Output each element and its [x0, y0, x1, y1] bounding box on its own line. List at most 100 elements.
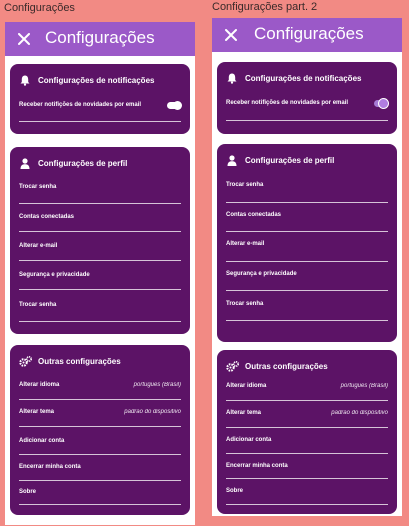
- divider: [226, 290, 388, 291]
- other-settings-card-title: Outras configurações: [245, 361, 328, 371]
- other-settings-item-label: Alterar idioma: [19, 382, 60, 388]
- other-settings-item-label: Adicionar conta: [19, 438, 65, 444]
- other-settings-item[interactable]: Adicionar conta: [226, 432, 388, 448]
- close-icon[interactable]: [15, 30, 33, 48]
- other-settings-item[interactable]: Sobre: [19, 484, 181, 500]
- profile-item-label: Trocar senha: [19, 184, 57, 190]
- divider: [19, 504, 181, 505]
- other-settings-card: Outras configurações Alterar idioma portu…: [10, 345, 190, 515]
- close-icon[interactable]: [222, 26, 240, 44]
- divider: [19, 203, 181, 204]
- bell-icon: [225, 71, 239, 85]
- profile-item[interactable]: Segurança e privacidade: [226, 266, 388, 282]
- other-settings-item-value: portugues (Brasil): [340, 383, 388, 389]
- other-settings-item-label: Adicionar conta: [226, 437, 272, 443]
- email-notifications-row[interactable]: Receber notifições de novidades por emai…: [19, 97, 182, 113]
- profile-item-label: Segurança e privacidade: [226, 271, 297, 277]
- profile-item-label: Alterar e-mail: [226, 241, 265, 247]
- profile-item[interactable]: Alterar e-mail: [226, 236, 388, 252]
- other-settings-item-value: padrão do dispositivo: [124, 409, 181, 415]
- other-settings-card: Outras configurações Alterar idioma portu…: [217, 350, 397, 514]
- divider: [19, 480, 181, 481]
- other-settings-item-label: Alterar idioma: [226, 383, 267, 389]
- profile-item[interactable]: Segurança e privacidade: [19, 267, 181, 283]
- settings-screen: Configurações Configurações de notificaç…: [212, 18, 402, 516]
- profile-item-label: Trocar senha: [226, 182, 264, 188]
- divider: [226, 320, 388, 321]
- notifications-card: Configurações de notificações Receber no…: [217, 62, 397, 134]
- other-settings-item[interactable]: Encerrar minha conta: [226, 458, 388, 474]
- profile-item[interactable]: Trocar senha: [226, 296, 388, 312]
- other-settings-item[interactable]: Alterar idioma portugues (Brasil): [226, 378, 388, 394]
- toggle-knob: [173, 100, 182, 110]
- profile-item-label: Alterar e-mail: [19, 243, 58, 249]
- divider: [19, 231, 181, 232]
- other-settings-item-label: Sobre: [19, 489, 37, 495]
- profile-item[interactable]: Alterar e-mail: [19, 238, 181, 254]
- other-settings-item[interactable]: Sobre: [226, 483, 388, 499]
- profile-item-label: Trocar senha: [19, 302, 57, 308]
- other-settings-item[interactable]: Encerrar minha conta: [19, 459, 181, 475]
- divider: [226, 504, 388, 505]
- gears-icon: [18, 354, 32, 368]
- other-settings-item[interactable]: Alterar idioma portugues (Brasil): [19, 377, 181, 393]
- bell-icon: [18, 73, 32, 87]
- other-settings-item[interactable]: Alterar tema padrão do dispositivo: [226, 405, 388, 421]
- profile-card-title: Configurações de perfil: [38, 158, 128, 168]
- other-settings-card-title: Outras configurações: [38, 356, 121, 366]
- divider: [226, 478, 388, 479]
- divider: [19, 426, 181, 427]
- divider: [19, 321, 181, 322]
- divider: [19, 121, 181, 122]
- profile-item[interactable]: Trocar senha: [19, 179, 181, 195]
- frame-caption: Configurações: [4, 2, 75, 14]
- profile-item-label: Contas conectadas: [226, 212, 282, 218]
- notifications-card-header: Configurações de notificações: [18, 72, 154, 88]
- notifications-card-title: Configurações de notificações: [245, 73, 362, 83]
- profile-item[interactable]: Trocar senha: [226, 177, 388, 193]
- profile-item-label: Contas conectadas: [19, 214, 75, 220]
- person-icon: [18, 156, 32, 170]
- divider: [226, 427, 388, 428]
- toggle-knob: [378, 97, 389, 109]
- email-notifications-row[interactable]: Receber notifições de novidades por emai…: [226, 95, 389, 111]
- top-app-bar: Configurações: [212, 18, 402, 52]
- divider: [226, 453, 388, 454]
- profile-item[interactable]: Trocar senha: [19, 297, 181, 313]
- profile-item[interactable]: Contas conectadas: [19, 209, 181, 225]
- other-settings-item-label: Alterar tema: [226, 410, 262, 416]
- profile-item-label: Trocar senha: [226, 301, 264, 307]
- settings-screen: Configurações Configurações de notificaç…: [5, 22, 195, 525]
- divider: [226, 400, 388, 401]
- person-icon: [225, 153, 239, 167]
- divider: [19, 289, 181, 290]
- email-notifications-toggle[interactable]: [374, 97, 389, 109]
- notifications-card-header: Configurações de notificações: [225, 70, 361, 86]
- frame-caption: Configurações part. 2: [212, 1, 318, 13]
- top-app-bar: Configurações: [5, 22, 195, 56]
- divider: [226, 120, 388, 121]
- email-notifications-toggle[interactable]: [167, 100, 182, 110]
- divider: [226, 261, 388, 262]
- other-settings-item-label: Alterar tema: [19, 409, 55, 415]
- divider: [226, 231, 388, 232]
- notifications-card: Configurações de notificações Receber no…: [10, 64, 190, 134]
- profile-item[interactable]: Contas conectadas: [226, 207, 388, 223]
- other-settings-card-header: Outras configurações: [225, 358, 328, 374]
- other-settings-card-header: Outras configurações: [18, 353, 121, 369]
- other-settings-item-value: portugues (Brasil): [133, 382, 181, 388]
- divider: [19, 399, 181, 400]
- divider: [19, 260, 181, 261]
- page-title: Configurações: [254, 24, 364, 43]
- other-settings-item-label: Sobre: [226, 488, 244, 494]
- other-settings-item[interactable]: Adicionar conta: [19, 433, 181, 449]
- notifications-card-title: Configurações de notificações: [38, 75, 155, 85]
- divider: [19, 454, 181, 455]
- gears-icon: [225, 359, 239, 373]
- other-settings-item-label: Encerrar minha conta: [19, 464, 81, 470]
- other-settings-item[interactable]: Alterar tema padrão do dispositivo: [19, 404, 181, 420]
- profile-item-label: Segurança e privacidade: [19, 272, 90, 278]
- divider: [226, 202, 388, 203]
- profile-card-header: Configurações de perfil: [225, 152, 334, 168]
- other-settings-item-label: Encerrar minha conta: [226, 463, 288, 469]
